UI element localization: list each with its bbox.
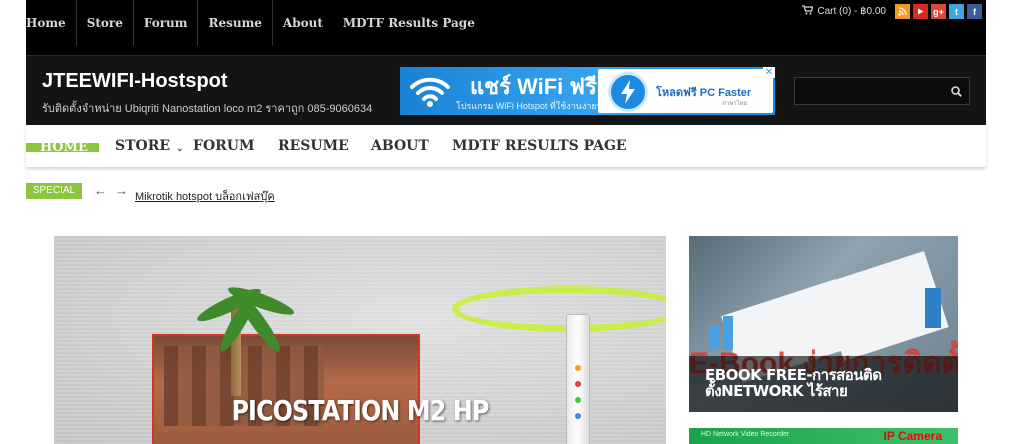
cart-icon	[802, 5, 814, 18]
hero-title[interactable]: PICOSTATION M2 HP	[100, 394, 620, 427]
top-nav-mdtf-results[interactable]: MDTF Results Page	[333, 0, 485, 46]
ip-camera-card[interactable]: HD Network Video Recorder IP Camera	[689, 428, 958, 444]
main-nav-forum[interactable]: FORUM	[193, 125, 254, 167]
site-header: JTEEWIFI-Hostspot รับติดตั้งจำหน่าย Ubiq…	[26, 55, 986, 125]
main-nav-mdtf-results[interactable]: MDTF RESULTS PAGE	[452, 125, 627, 167]
site-tagline: รับติดตั้งจำหน่าย Ubiqriti Nanostation l…	[42, 103, 373, 115]
top-nav-resume[interactable]: Resume	[198, 0, 273, 46]
main-nav-store[interactable]: STORE ⌄	[115, 125, 184, 167]
main-nav-resume[interactable]: RESUME	[278, 125, 349, 167]
special-badge: SPECIAL	[26, 183, 82, 199]
search-input[interactable]	[794, 77, 970, 105]
main-nav-about[interactable]: ABOUT	[371, 125, 429, 167]
ebook-card[interactable]: E-Book ง่ายการติดตั้ง EBOOK FREE-การสอนต…	[689, 236, 958, 412]
top-right-tools: Cart (0) - ฿0.00 g+ t f	[802, 4, 982, 19]
site-title[interactable]: JTEEWIFI-Hostspot	[42, 70, 228, 93]
ad-banner[interactable]: แชร์ WiFi ฟรี โปรแกรม WiFi Hotspot ที่ใช…	[400, 67, 775, 115]
google-plus-icon[interactable]: g+	[931, 4, 946, 19]
ad-right-panel: โหลดฟรี PC Faster ภาษาไทย	[598, 69, 773, 113]
ticker-arrows: ← →	[94, 183, 128, 199]
resort-building-image	[152, 334, 420, 444]
main-nav-home[interactable]: HOME	[26, 140, 99, 155]
hero-slide[interactable]: PICOSTATION M2 HP	[54, 236, 666, 444]
wifi-icon	[408, 73, 452, 114]
ad-close-icon[interactable]: ✕	[763, 67, 775, 78]
ad-right-sub: ภาษาไทย	[722, 101, 748, 107]
device-led	[575, 365, 581, 371]
page: Home Store Forum Resume About MDTF Resul…	[0, 0, 1012, 444]
youtube-icon[interactable]	[913, 4, 928, 19]
main-nav-home-label: HOME	[40, 140, 88, 155]
arrow-right-icon[interactable]: →	[115, 183, 128, 199]
lightning-icon	[608, 72, 648, 112]
ip-camera-card-title: IP Camera	[883, 429, 942, 443]
arrow-left-icon[interactable]: ←	[94, 183, 107, 199]
top-bar: Home Store Forum Resume About MDTF Resul…	[26, 0, 986, 55]
twitter-icon[interactable]: t	[949, 4, 964, 19]
chevron-down-icon: ⌄	[176, 144, 184, 154]
device-led	[575, 381, 581, 387]
top-nav: Home Store Forum Resume About MDTF Resul…	[26, 0, 485, 46]
main-nav-store-label: STORE	[115, 138, 171, 154]
ad-subline: โปรแกรม WiFi Hotspot ที่ใช้งานง่ายที่สุด	[456, 101, 614, 111]
ip-camera-card-caption: HD Network Video Recorder	[701, 431, 790, 438]
top-nav-about[interactable]: About	[273, 0, 333, 46]
top-nav-store[interactable]: Store	[77, 0, 134, 46]
cart-link[interactable]: Cart (0) - ฿0.00	[802, 5, 886, 18]
facebook-icon[interactable]: f	[967, 4, 982, 19]
top-nav-home[interactable]: Home	[26, 0, 77, 46]
ebook-graphic	[925, 288, 941, 328]
cart-text: Cart (0) - ฿0.00	[817, 6, 886, 17]
rss-icon[interactable]	[895, 4, 910, 19]
main-nav: HOME STORE ⌄ FORUM RESUME ABOUT MDTF RESU…	[26, 125, 986, 167]
ebook-card-title[interactable]: EBOOK FREE-การสอนติดตั้งNETWORK ไร้สาย	[705, 367, 955, 399]
ticker-link[interactable]: Mikrotik hotspot บล็อกเฟสบุ๊ค	[135, 187, 275, 205]
search-icon[interactable]	[943, 78, 969, 104]
top-nav-forum[interactable]: Forum	[134, 0, 199, 46]
